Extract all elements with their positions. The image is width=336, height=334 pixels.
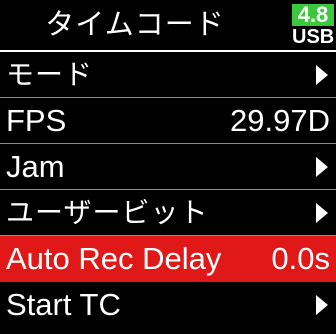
menu-item-value: 0.0s [271, 241, 330, 276]
battery-level: 4.8 [292, 4, 334, 26]
menu-item-label: モード [6, 58, 94, 91]
menu-item-start-tc[interactable]: Start TC [0, 282, 336, 328]
menu-item-mode[interactable]: モード [0, 52, 336, 98]
menu-item-jam[interactable]: Jam [0, 144, 336, 190]
battery-indicator: 4.8 USB [292, 4, 334, 48]
chevron-right-icon [316, 203, 328, 223]
menu-item-label: FPS [6, 103, 67, 138]
menu-item-user-bits[interactable]: ユーザービット [0, 190, 336, 236]
power-source-label: USB [292, 26, 335, 48]
menu-item-auto-rec-delay[interactable]: Auto Rec Delay 0.0s [0, 236, 336, 282]
chevron-right-icon [316, 157, 328, 177]
menu-item-label: Start TC [6, 287, 121, 322]
menu-item-label: ユーザービット [6, 196, 209, 229]
menu-item-label: Jam [6, 149, 65, 184]
page-title: タイムコード [45, 7, 225, 41]
header: タイムコード 4.8 USB [0, 0, 336, 52]
chevron-right-icon [316, 295, 328, 315]
menu-item-value: 29.97D [230, 103, 330, 138]
timecode-menu: モード FPS 29.97D Jam ユーザービット Auto Rec Dela… [0, 52, 336, 328]
menu-item-fps[interactable]: FPS 29.97D [0, 98, 336, 144]
chevron-right-icon [316, 65, 328, 85]
menu-item-label: Auto Rec Delay [6, 241, 222, 276]
